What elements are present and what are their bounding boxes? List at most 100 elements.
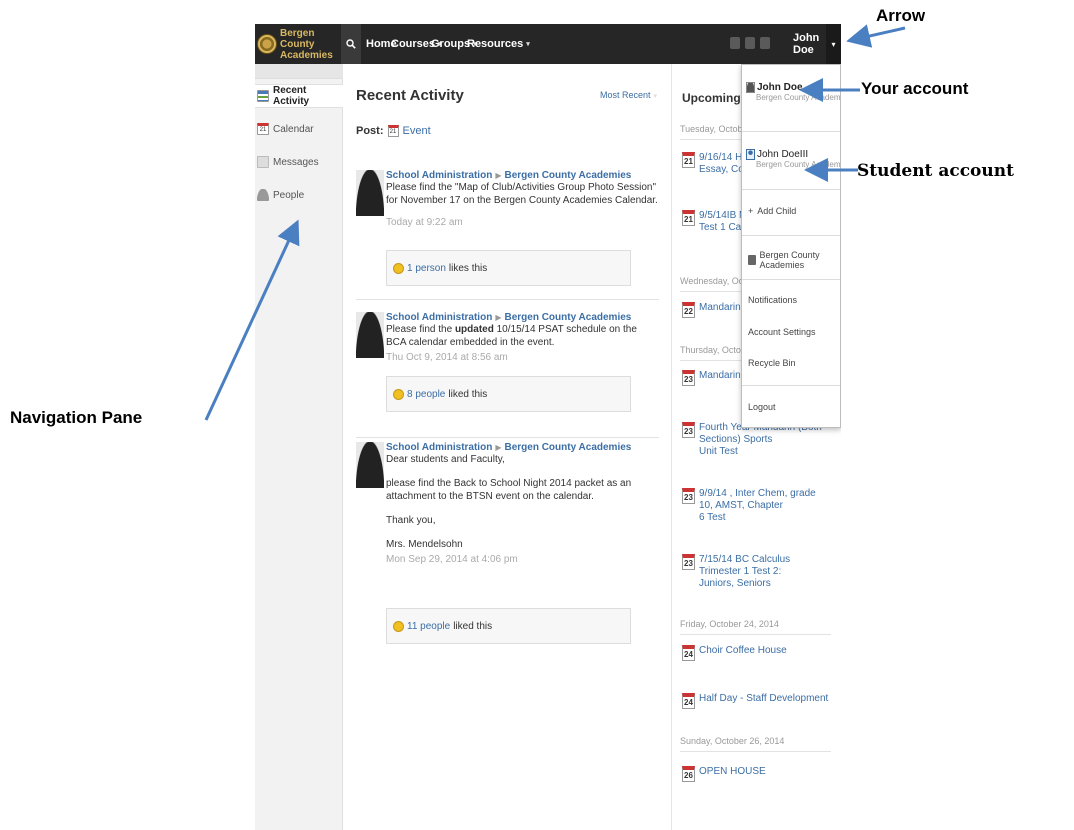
- feed-post: School Administration ▶ Bergen County Acad…: [356, 312, 659, 438]
- avatar: [356, 170, 384, 216]
- calendar-icon: 24: [682, 645, 695, 661]
- post-text: Please find the "Map of Club/Activities …: [386, 182, 658, 206]
- arrow-annotation-line: [846, 24, 906, 48]
- day-heading: Friday, October 24, 2014: [680, 619, 831, 635]
- post-group-link[interactable]: Bergen County Academies: [504, 170, 631, 181]
- page-title: Recent Activity: [356, 87, 464, 104]
- account-settings-item[interactable]: Account Settings: [742, 327, 840, 337]
- account-dropdown-menu: John Doe Bergen County Academies John Do…: [741, 64, 841, 428]
- feed-post: School Administration ▶ Bergen County Acad…: [356, 170, 659, 300]
- recent-activity-icon: [257, 90, 269, 102]
- smiley-icon: [393, 620, 404, 632]
- calendar-icon: 24: [682, 693, 695, 709]
- student-account-item[interactable]: John DoeIII Bergen County Academies: [742, 149, 841, 169]
- upcoming-event[interactable]: 26 OPEN HOUSE: [682, 766, 832, 782]
- account-menu-arrow-button[interactable]: ▾: [826, 24, 841, 64]
- search-button[interactable]: [341, 24, 361, 64]
- navigation-pane-annotation: Navigation Pane: [10, 408, 143, 427]
- post-author-link[interactable]: School Administration: [386, 170, 492, 181]
- chevron-right-icon: ▶: [495, 313, 502, 322]
- your-account-item[interactable]: John Doe Bergen County Academies: [742, 82, 841, 102]
- upcoming-event[interactable]: 23 7/15/14 BC Calculus Trimester 1 Test …: [682, 554, 832, 590]
- post-text: Dear students and Faculty,: [386, 454, 505, 465]
- arrow-annotation: Arrow: [876, 6, 926, 25]
- school-item[interactable]: Bergen County Academies: [742, 250, 840, 270]
- likes-box: 1 person likes this: [386, 250, 631, 286]
- school-logo[interactable]: Bergen County Academies: [255, 24, 338, 64]
- search-icon: [346, 39, 356, 49]
- messages-icon: [257, 156, 269, 168]
- sidebar-item-people[interactable]: People: [255, 183, 343, 207]
- post-text: Mrs. Mendelsohn: [386, 539, 463, 550]
- likes-link[interactable]: 8 people: [407, 389, 445, 400]
- add-child-item[interactable]: + Add Child: [742, 206, 840, 216]
- school-building-icon: [748, 255, 756, 265]
- calendar-icon: 21: [682, 152, 695, 168]
- school-seal-icon: [257, 34, 277, 54]
- people-icon: [257, 189, 269, 201]
- plus-icon: +: [748, 206, 754, 216]
- chevron-right-icon: ▶: [495, 171, 502, 180]
- likes-link[interactable]: 11 people: [407, 621, 450, 632]
- logo-line-2: Academies: [280, 49, 333, 61]
- recycle-bin-item[interactable]: Recycle Bin: [742, 358, 840, 368]
- calendar-icon: 23: [682, 554, 695, 570]
- logo-line-1: Bergen County: [280, 27, 315, 50]
- messages-icon[interactable]: [730, 37, 740, 49]
- likes-link[interactable]: 1 person: [407, 263, 446, 274]
- upcoming-title: Upcoming: [682, 91, 741, 105]
- calendar-icon: 21: [682, 210, 695, 226]
- notifications-icon[interactable]: [760, 37, 770, 49]
- chevron-down-icon: ▾: [526, 41, 530, 48]
- requests-icon[interactable]: [745, 37, 755, 49]
- calendar-icon: 22: [682, 302, 695, 318]
- post-bar: Post: 21 Event: [356, 125, 431, 137]
- logout-item[interactable]: Logout: [742, 402, 840, 412]
- student-icon: [746, 149, 755, 160]
- post-text: Please find the updated 10/15/14 PSAT sc…: [386, 324, 637, 348]
- sidebar-item-calendar[interactable]: 21 Calendar: [255, 117, 343, 141]
- chevron-down-icon: ▾: [831, 39, 836, 49]
- likes-box: 11 people liked this: [386, 608, 631, 644]
- post-author-link[interactable]: School Administration: [386, 312, 492, 323]
- avatar: [356, 312, 384, 358]
- upcoming-event[interactable]: 23 9/9/14 , Inter Chem, grade 10, AMST, …: [682, 488, 832, 524]
- post-author-link[interactable]: School Administration: [386, 442, 492, 453]
- calendar-icon: 23: [682, 488, 695, 504]
- likes-box: 8 people liked this: [386, 376, 631, 412]
- feed-post: School Administration ▶ Bergen County Acad…: [356, 438, 659, 688]
- post-event-link[interactable]: Event: [403, 125, 431, 137]
- chevron-down-icon: ▾: [653, 93, 657, 100]
- nav-resources[interactable]: Resources ▾: [467, 24, 530, 64]
- sort-dropdown[interactable]: Most Recent ▾: [600, 90, 657, 100]
- app-window: Bergen County Academies Home Courses ▾ Gr…: [255, 24, 841, 830]
- smiley-icon: [393, 388, 404, 400]
- student-account-annotation: Student account: [857, 161, 1014, 181]
- chevron-right-icon: ▶: [495, 443, 502, 452]
- sidebar-item-messages[interactable]: Messages: [255, 150, 343, 174]
- top-navigation-bar: Bergen County Academies Home Courses ▾ Gr…: [255, 24, 841, 64]
- upcoming-event[interactable]: 24 Half Day - Staff Development: [682, 693, 832, 709]
- smiley-icon: [393, 262, 404, 274]
- calendar-icon: 23: [682, 370, 695, 386]
- sidebar-item-recent-activity[interactable]: Recent Activity: [255, 84, 343, 108]
- calendar-icon: 23: [682, 422, 695, 438]
- post-label: Post:: [356, 125, 384, 137]
- post-group-link[interactable]: Bergen County Academies: [504, 312, 631, 323]
- post-group-link[interactable]: Bergen County Academies: [504, 442, 631, 453]
- post-timestamp: Thu Oct 9, 2014 at 8:56 am: [386, 352, 508, 363]
- post-text: please find the Back to School Night 201…: [386, 478, 632, 502]
- avatar: [356, 442, 384, 488]
- day-heading: Sunday, October 26, 2014: [680, 736, 831, 752]
- person-icon: [746, 82, 755, 93]
- upcoming-event[interactable]: 24 Choir Coffee House: [682, 645, 832, 661]
- recent-activity-feed: Recent Activity Most Recent ▾ Post: 21 Ev…: [343, 64, 672, 830]
- calendar-icon: 21: [387, 125, 399, 137]
- calendar-icon: 26: [682, 766, 695, 782]
- your-account-annotation: Your account: [861, 79, 969, 98]
- notifications-item[interactable]: Notifications: [742, 295, 840, 305]
- post-timestamp: Today at 9:22 am: [386, 217, 463, 228]
- post-text: Thank you,: [386, 515, 436, 526]
- navigation-pane: Recent Activity 21 Calendar Messages Peo…: [255, 64, 343, 830]
- calendar-icon: 21: [257, 123, 269, 135]
